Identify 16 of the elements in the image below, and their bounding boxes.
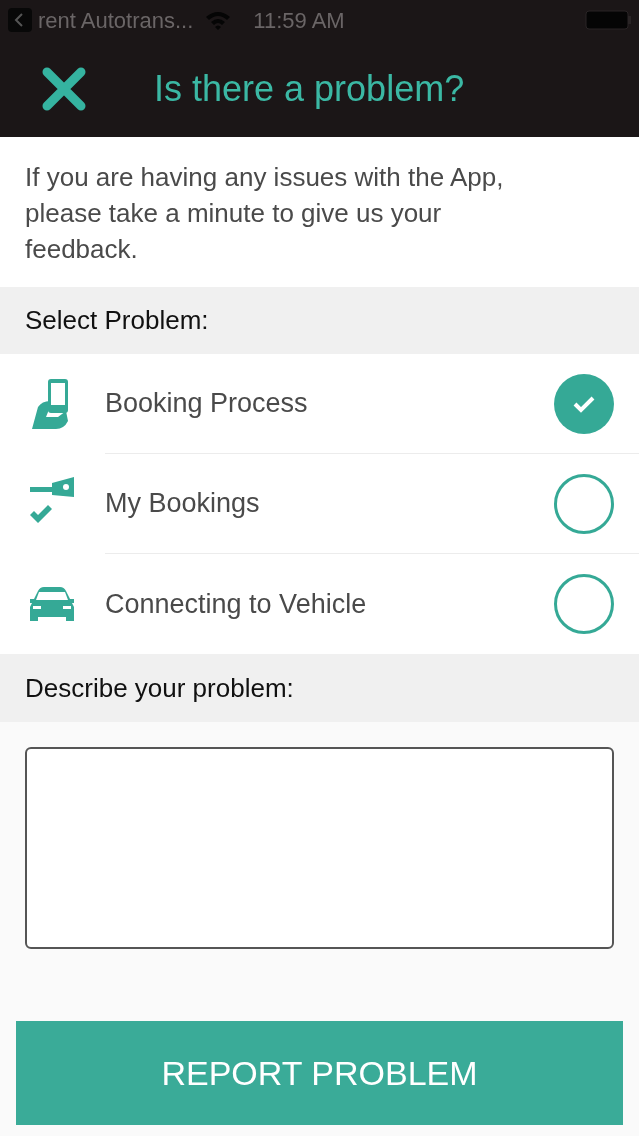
description-field[interactable] <box>25 747 614 949</box>
battery-icon <box>585 10 631 30</box>
close-icon <box>42 66 86 111</box>
problem-option-label[interactable]: My Bookings <box>105 483 260 524</box>
back-icon[interactable] <box>8 8 32 32</box>
car-icon <box>28 587 76 621</box>
problem-option-label[interactable]: Booking Process <box>105 383 308 424</box>
radio-unchecked[interactable] <box>554 574 614 634</box>
section-heading: Select Problem: <box>25 304 209 337</box>
problem-option-label[interactable]: Connecting to Vehicle <box>105 583 367 625</box>
section-heading: Describe your problem: <box>25 671 294 705</box>
status-time: 11:59 AM <box>253 6 345 35</box>
screen-title: Is there a problem? <box>154 66 465 111</box>
radio-unchecked[interactable] <box>554 473 614 534</box>
intro-text: If you are having any issues with the App, please take a minute to give us your feedback. <box>25 161 505 266</box>
check-icon <box>573 394 595 413</box>
